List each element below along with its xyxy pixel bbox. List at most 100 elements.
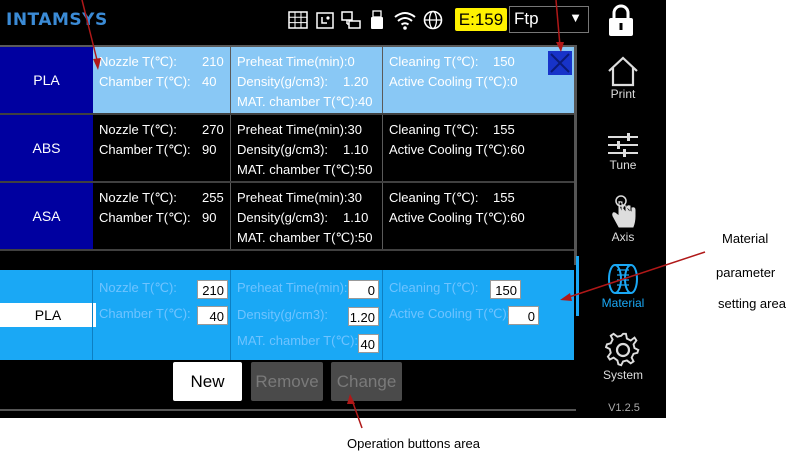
material-row-abs[interactable]: ABS Nozzle T(℃): 270 Chamber T(℃): 90 Preh… (0, 115, 574, 183)
energy-badge: E:159 (455, 8, 507, 31)
globe-icon[interactable] (422, 10, 444, 30)
annotation-label: Material (722, 231, 769, 246)
material-parameter-setting-area: Nozzle T(℃): 210 Chamber T(℃): 40 Prehea… (0, 270, 574, 360)
grid-icon[interactable] (287, 10, 309, 30)
cooling-label: Active Cooling T(℃): (389, 306, 511, 321)
remove-button[interactable]: Remove (251, 362, 323, 401)
connection-mode-select[interactable]: Ftp ▼ (509, 6, 589, 33)
chamber-label: Chamber T(℃): (99, 142, 191, 157)
new-button[interactable]: New (173, 362, 242, 401)
cooling-input[interactable]: 0 (508, 306, 539, 325)
cleaning-label: Cleaning T(℃): (389, 122, 479, 137)
sliders-icon (608, 133, 638, 157)
divider (0, 409, 576, 411)
density-input[interactable]: 1.20 (348, 307, 379, 326)
filament-spool-icon (608, 264, 638, 294)
nav-print[interactable]: Print (590, 55, 656, 101)
cooling-value: 60 (510, 142, 525, 157)
annotation-label: setting area (718, 296, 786, 311)
cleaning-column: Cleaning T(℃): 150 Active Cooling T(℃):0 (389, 47, 574, 113)
temperature-column: Nozzle T(℃): 270 Chamber T(℃): 90 (99, 115, 231, 181)
nozzle-label: Nozzle T(℃): (99, 280, 177, 295)
nav-label: Print (610, 87, 636, 101)
usb-storage-icon[interactable] (314, 10, 336, 30)
cooling-label: Active Cooling T(℃): (389, 210, 511, 225)
nozzle-label: Nozzle T(℃): (99, 54, 177, 69)
chamber-value: 90 (202, 210, 217, 225)
chamber-label: Chamber T(℃): (99, 74, 191, 89)
cleaning-label: Cleaning T(℃): (389, 190, 479, 205)
edit-divider (230, 270, 231, 360)
preheat-column: Preheat Time(min):0 Density(g/cm3): 1.20 … (237, 47, 383, 113)
mat-chamber-value: 40 (358, 94, 373, 109)
nozzle-value: 210 (202, 54, 224, 69)
density-value: 1.20 (343, 74, 369, 89)
printer-screen: INTAMSYS E:159 Ftp ▼ PLA Nozzle T(℃): 210… (0, 0, 666, 418)
material-name: PLA (0, 47, 93, 113)
material-name: ABS (0, 115, 93, 181)
chamber-input[interactable]: 40 (197, 306, 228, 325)
preheat-label: Preheat Time(min): (237, 54, 348, 69)
preheat-label: Preheat Time(min): (237, 280, 348, 295)
network-icon[interactable] (340, 10, 362, 30)
cleaning-value: 155 (493, 122, 515, 137)
nav-tune[interactable]: Tune (590, 132, 656, 172)
cleaning-value: 150 (493, 54, 515, 69)
usb-icon[interactable] (368, 10, 386, 30)
material-name: ASA (0, 183, 93, 249)
mat-chamber-input[interactable]: 40 (358, 334, 379, 353)
preheat-input[interactable]: 0 (348, 280, 379, 299)
density-label: Density(g/cm3): (237, 210, 329, 225)
lock-icon[interactable] (606, 4, 636, 43)
annotation-label: Operation buttons area (347, 436, 480, 451)
gear-icon (605, 332, 640, 367)
nozzle-label: Nozzle T(℃): (99, 122, 177, 137)
material-row-asa[interactable]: ASA Nozzle T(℃): 255 Chamber T(℃): 90 Preh… (0, 183, 574, 251)
nav-axis[interactable]: Axis (590, 194, 656, 244)
nav-label: Tune (609, 158, 637, 172)
connection-mode-value: Ftp (514, 9, 539, 28)
temperature-column: Nozzle T(℃): 210 Chamber T(℃): 40 (99, 47, 231, 113)
version-label: V1.2.5 (608, 402, 640, 414)
chamber-value: 90 (202, 142, 217, 157)
nav-label: Axis (611, 230, 635, 244)
mat-chamber-label: MAT. chamber T(℃): (237, 333, 359, 348)
density-value: 1.10 (343, 210, 369, 225)
density-label: Density(g/cm3): (237, 142, 329, 157)
nozzle-value: 255 (202, 190, 224, 205)
cooling-label: Active Cooling T(℃): (389, 142, 511, 157)
preheat-value: 0 (347, 54, 355, 69)
wifi-icon[interactable] (393, 10, 417, 30)
mat-chamber-value: 50 (358, 230, 373, 245)
material-name-input[interactable] (0, 303, 96, 327)
nav-material[interactable]: Material (590, 262, 656, 310)
preheat-column: Preheat Time(min):30 Density(g/cm3): 1.10… (237, 115, 383, 181)
nozzle-label: Nozzle T(℃): (99, 190, 177, 205)
cleaning-label: Cleaning T(℃): (389, 54, 479, 69)
material-row-pla[interactable]: PLA Nozzle T(℃): 210 Chamber T(℃): 40 Preh… (0, 47, 574, 115)
cleaning-input[interactable]: 150 (490, 280, 521, 299)
mat-chamber-label: MAT. chamber T(℃): (237, 230, 359, 245)
nav-label: System (602, 368, 643, 382)
list-scrollbar[interactable] (574, 45, 577, 265)
brand-logo: INTAMSYS (6, 10, 108, 30)
change-button[interactable]: Change (331, 362, 402, 401)
material-list: PLA Nozzle T(℃): 210 Chamber T(℃): 40 Preh… (0, 45, 574, 251)
cleaning-column: Cleaning T(℃): 155 Active Cooling T(℃):60 (389, 183, 574, 249)
cooling-value: 0 (510, 74, 518, 89)
chamber-value: 40 (202, 74, 217, 89)
mat-chamber-value: 50 (358, 162, 373, 177)
chamber-label: Chamber T(℃): (99, 306, 191, 321)
density-label: Density(g/cm3): (237, 74, 329, 89)
nozzle-input[interactable]: 210 (197, 280, 228, 299)
mat-chamber-label: MAT. chamber T(℃): (237, 162, 359, 177)
cooling-label: Active Cooling T(℃): (389, 74, 511, 89)
nav-system[interactable]: System (590, 332, 656, 382)
home-icon (608, 56, 638, 87)
nav-label: Material (601, 296, 645, 310)
preheat-label: Preheat Time(min): (237, 190, 348, 205)
delete-icon[interactable] (548, 51, 572, 75)
preheat-column: Preheat Time(min):30 Density(g/cm3): 1.10… (237, 183, 383, 249)
hand-pointer-icon (612, 195, 636, 228)
preheat-value: 30 (347, 190, 363, 205)
